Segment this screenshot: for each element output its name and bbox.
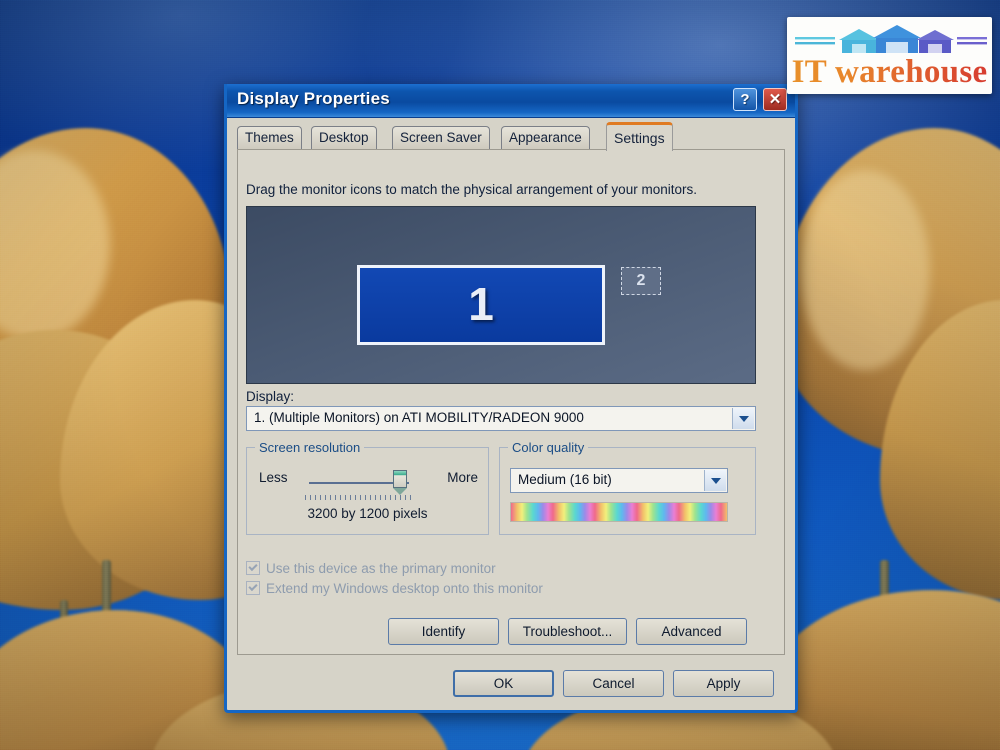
monitor-arrangement-preview[interactable]: 1 2 bbox=[246, 206, 756, 384]
display-properties-dialog: Display Properties ? ✕ Themes Desktop Sc… bbox=[224, 84, 798, 713]
screen-resolution-title: Screen resolution bbox=[255, 440, 365, 455]
display-label: Display: bbox=[246, 389, 295, 404]
advanced-button[interactable]: Advanced bbox=[636, 618, 747, 645]
display-select-value: 1. (Multiple Monitors) on ATI MOBILITY/R… bbox=[254, 410, 584, 425]
color-quality-value: Medium (16 bit) bbox=[518, 472, 612, 487]
ok-button[interactable]: OK bbox=[453, 670, 554, 697]
color-quality-title: Color quality bbox=[508, 440, 589, 455]
tab-appearance[interactable]: Appearance bbox=[501, 126, 590, 150]
monitor-arrangement-hint: Drag the monitor icons to match the phys… bbox=[246, 182, 697, 197]
chevron-down-icon[interactable] bbox=[704, 470, 726, 491]
dialog-title: Display Properties bbox=[237, 89, 390, 108]
resolution-value: 3200 by 1200 pixels bbox=[307, 506, 428, 521]
it-warehouse-watermark: IT warehouse bbox=[787, 17, 992, 94]
resolution-more-label: More bbox=[447, 470, 478, 485]
monitor-1-number: 1 bbox=[468, 278, 494, 330]
screen-resolution-group: Screen resolution Less More 3200 by 1200… bbox=[246, 440, 489, 535]
primary-monitor-label: Use this device as the primary monitor bbox=[266, 561, 496, 576]
resolution-slider-thumb[interactable] bbox=[393, 470, 407, 495]
close-icon[interactable]: ✕ bbox=[763, 88, 787, 111]
tab-screen-saver[interactable]: Screen Saver bbox=[392, 126, 490, 150]
apply-button[interactable]: Apply bbox=[673, 670, 774, 697]
tab-settings[interactable]: Settings bbox=[606, 122, 673, 151]
color-quality-group: Color quality Medium (16 bit) bbox=[499, 440, 756, 535]
dialog-title-bar[interactable]: Display Properties ? ✕ bbox=[227, 84, 795, 118]
checkbox-icon bbox=[246, 581, 260, 595]
monitor-2-number: 2 bbox=[636, 272, 646, 289]
troubleshoot-button[interactable]: Troubleshoot... bbox=[508, 618, 627, 645]
checkbox-icon bbox=[246, 561, 260, 575]
help-icon[interactable]: ? bbox=[733, 88, 757, 111]
extend-desktop-checkbox[interactable]: Extend my Windows desktop onto this moni… bbox=[246, 581, 543, 596]
wallpaper-tulip-highlight bbox=[800, 170, 930, 370]
identify-button[interactable]: Identify bbox=[388, 618, 499, 645]
warehouse-houses-icon bbox=[795, 25, 987, 53]
tab-themes[interactable]: Themes bbox=[237, 126, 302, 150]
cancel-button[interactable]: Cancel bbox=[563, 670, 664, 697]
color-quality-select[interactable]: Medium (16 bit) bbox=[510, 468, 728, 493]
tab-desktop[interactable]: Desktop bbox=[311, 126, 377, 150]
resolution-slider-ticks bbox=[305, 495, 415, 500]
primary-monitor-checkbox[interactable]: Use this device as the primary monitor bbox=[246, 561, 496, 576]
monitor-icon-2[interactable]: 2 bbox=[621, 267, 661, 295]
monitor-icon-1[interactable]: 1 bbox=[357, 265, 605, 345]
color-spectrum-strip bbox=[510, 502, 728, 522]
chevron-down-icon[interactable] bbox=[732, 408, 754, 429]
resolution-less-label: Less bbox=[259, 470, 288, 485]
watermark-text: IT warehouse bbox=[787, 55, 992, 90]
tab-strip: Themes Desktop Screen Saver Appearance S… bbox=[237, 122, 785, 151]
display-select[interactable]: 1. (Multiple Monitors) on ATI MOBILITY/R… bbox=[246, 406, 756, 431]
extend-desktop-label: Extend my Windows desktop onto this moni… bbox=[266, 581, 543, 596]
